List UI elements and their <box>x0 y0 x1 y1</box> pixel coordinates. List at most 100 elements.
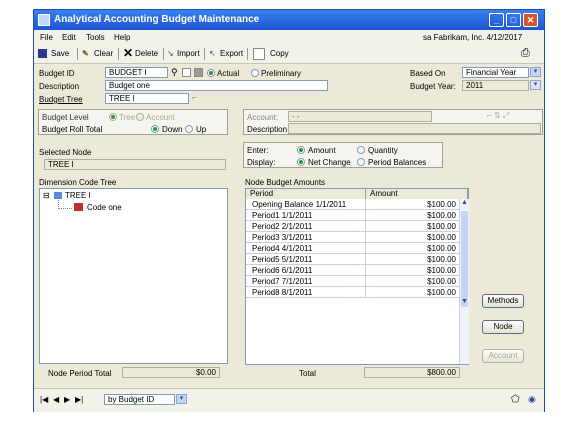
account-button[interactable]: Account <box>482 349 524 363</box>
table-row[interactable]: Period8 8/1/2011 $100.00 <box>246 287 460 298</box>
budget-tree-link[interactable]: Budget Tree <box>39 95 83 104</box>
period-column-header: Period <box>246 189 366 199</box>
cell-divider <box>365 210 366 221</box>
budget-maintenance-window: Analytical Accounting Budget Maintenance… <box>33 9 545 412</box>
close-button[interactable]: ✕ <box>523 13 538 27</box>
lock-icon[interactable] <box>194 68 203 77</box>
amount-cell[interactable]: $100.00 <box>427 277 456 286</box>
amount-cell[interactable]: $100.00 <box>427 233 456 242</box>
node-period-total-label: Node Period Total <box>48 369 112 378</box>
amount-cell[interactable]: $100.00 <box>427 211 456 220</box>
menu-tools[interactable]: Tools <box>86 33 105 42</box>
menu-file[interactable]: File <box>40 33 53 42</box>
account-lookup-icon[interactable]: ⌐ ⇅ ⤢ <box>487 111 509 121</box>
table-row[interactable]: Period5 5/1/2011 $100.00 <box>246 254 460 265</box>
status-bar: |◀ ◀ ▶ ▶| by Budget ID ▾ ⬠ ◉ <box>34 388 544 412</box>
delete-button[interactable]: Delete <box>135 49 158 58</box>
collapse-icon[interactable]: ⊟ <box>43 191 50 200</box>
methods-button[interactable]: Methods <box>482 294 524 308</box>
title-bar: Analytical Accounting Budget Maintenance… <box>34 10 544 30</box>
toolbar-divider <box>247 48 248 60</box>
print-icon[interactable]: ⎙ <box>521 47 530 60</box>
cell-divider <box>365 265 366 276</box>
node-button[interactable]: Node <box>482 320 524 334</box>
account-description-label: Description <box>247 125 288 134</box>
account-radio[interactable] <box>136 113 144 121</box>
amount-cell[interactable]: $100.00 <box>427 200 456 209</box>
period-cell: Period2 2/1/2011 <box>252 222 313 231</box>
net-change-radio[interactable] <box>297 158 305 166</box>
first-record-button[interactable]: |◀ <box>40 395 48 404</box>
node-budget-grid: Period Amount Opening Balance 1/1/2011 $1… <box>245 188 469 365</box>
amount-cell[interactable]: $100.00 <box>427 288 456 297</box>
save-button[interactable]: Save <box>51 49 69 58</box>
period-cell: Period6 6/1/2011 <box>252 266 313 275</box>
menu-help[interactable]: Help <box>114 33 130 42</box>
table-row[interactable]: Period3 3/1/2011 $100.00 <box>246 232 460 243</box>
clear-button[interactable]: Clear <box>94 49 113 58</box>
minimize-button[interactable]: _ <box>489 13 504 27</box>
account-description-field <box>288 123 541 134</box>
next-record-button[interactable]: ▶ <box>64 395 70 404</box>
budget-year-select[interactable]: 2011 <box>462 80 529 91</box>
scroll-down-icon[interactable]: ▼ <box>461 298 468 305</box>
amount-cell[interactable]: $100.00 <box>427 244 456 253</box>
account-field-label: Account: <box>247 113 279 122</box>
export-button[interactable]: Export <box>220 49 243 58</box>
based-on-select[interactable]: Financial Year <box>462 67 529 78</box>
amount-cell[interactable]: $100.00 <box>427 266 456 275</box>
help-icon[interactable]: ◉ <box>528 394 536 405</box>
note-icon[interactable]: ⬠ <box>511 394 520 405</box>
actual-radio[interactable] <box>207 69 215 77</box>
period-cell: Period8 8/1/2011 <box>252 288 313 297</box>
import-button[interactable]: Import <box>177 49 200 58</box>
table-row[interactable]: Period7 7/1/2011 $100.00 <box>246 276 460 287</box>
table-row[interactable]: Period4 4/1/2011 $100.00 <box>246 243 460 254</box>
description-field[interactable]: Budget one <box>105 80 328 91</box>
budget-id-field[interactable]: BUDGET I <box>105 67 168 78</box>
period-cell: Period3 3/1/2011 <box>252 233 313 242</box>
menu-edit[interactable]: Edit <box>62 33 76 42</box>
display-label: Display: <box>247 158 276 167</box>
amount-cell[interactable]: $100.00 <box>427 222 456 231</box>
up-radio[interactable] <box>185 125 193 133</box>
table-row[interactable]: Opening Balance 1/1/2011 $100.00 <box>246 199 460 210</box>
down-radio[interactable] <box>151 125 159 133</box>
toolbar-divider <box>163 48 164 60</box>
account-label: Account <box>146 113 175 122</box>
amount-radio[interactable] <box>297 146 305 154</box>
period-balances-radio[interactable] <box>357 158 365 166</box>
tree-radio[interactable] <box>109 113 117 121</box>
lookup-icon[interactable]: ⚲ <box>171 67 178 78</box>
last-record-button[interactable]: ▶| <box>75 395 83 404</box>
tree-root-item[interactable]: TREE I <box>65 191 91 200</box>
toolbar-divider <box>204 48 205 60</box>
copy-button[interactable]: Copy <box>270 49 289 58</box>
quantity-radio[interactable] <box>357 146 365 154</box>
chevron-down-icon[interactable]: ▾ <box>176 394 187 404</box>
sort-order-select[interactable]: by Budget ID <box>104 394 175 405</box>
quantity-label: Quantity <box>368 146 398 155</box>
table-row[interactable]: Period2 2/1/2011 $100.00 <box>246 221 460 232</box>
chevron-down-icon[interactable]: ▾ <box>530 80 541 90</box>
tree-lookup-icon[interactable]: ⌐ <box>192 93 197 102</box>
menu-bar: File Edit Tools Help sa Fabrikam, Inc. 4… <box>34 30 544 45</box>
amount-cell[interactable]: $100.00 <box>427 255 456 264</box>
chevron-down-icon[interactable]: ▾ <box>530 67 541 77</box>
note-icon[interactable] <box>182 68 191 77</box>
table-row[interactable]: Period6 6/1/2011 $100.00 <box>246 265 460 276</box>
scrollbar-thumb[interactable] <box>461 211 468 307</box>
enter-display-group: Enter: Amount Quantity Display: Net Chan… <box>243 142 443 168</box>
tree-child-item[interactable]: Code one <box>87 203 122 212</box>
maximize-button[interactable]: □ <box>506 13 521 27</box>
preliminary-radio[interactable] <box>251 69 259 77</box>
account-field[interactable]: - - <box>288 111 432 122</box>
scroll-up-icon[interactable]: ▲ <box>461 199 468 206</box>
previous-record-button[interactable]: ◀ <box>53 395 59 404</box>
tree-connector <box>58 208 72 210</box>
grid-scrollbar[interactable]: ▲ ▼ <box>459 199 469 364</box>
node-period-total-field: $0.00 <box>122 367 220 378</box>
budget-level-group: Budget Level Tree Account Budget Roll To… <box>38 109 228 135</box>
table-row[interactable]: Period1 1/1/2011 $100.00 <box>246 210 460 221</box>
budget-tree-field[interactable]: TREE I <box>105 93 189 104</box>
